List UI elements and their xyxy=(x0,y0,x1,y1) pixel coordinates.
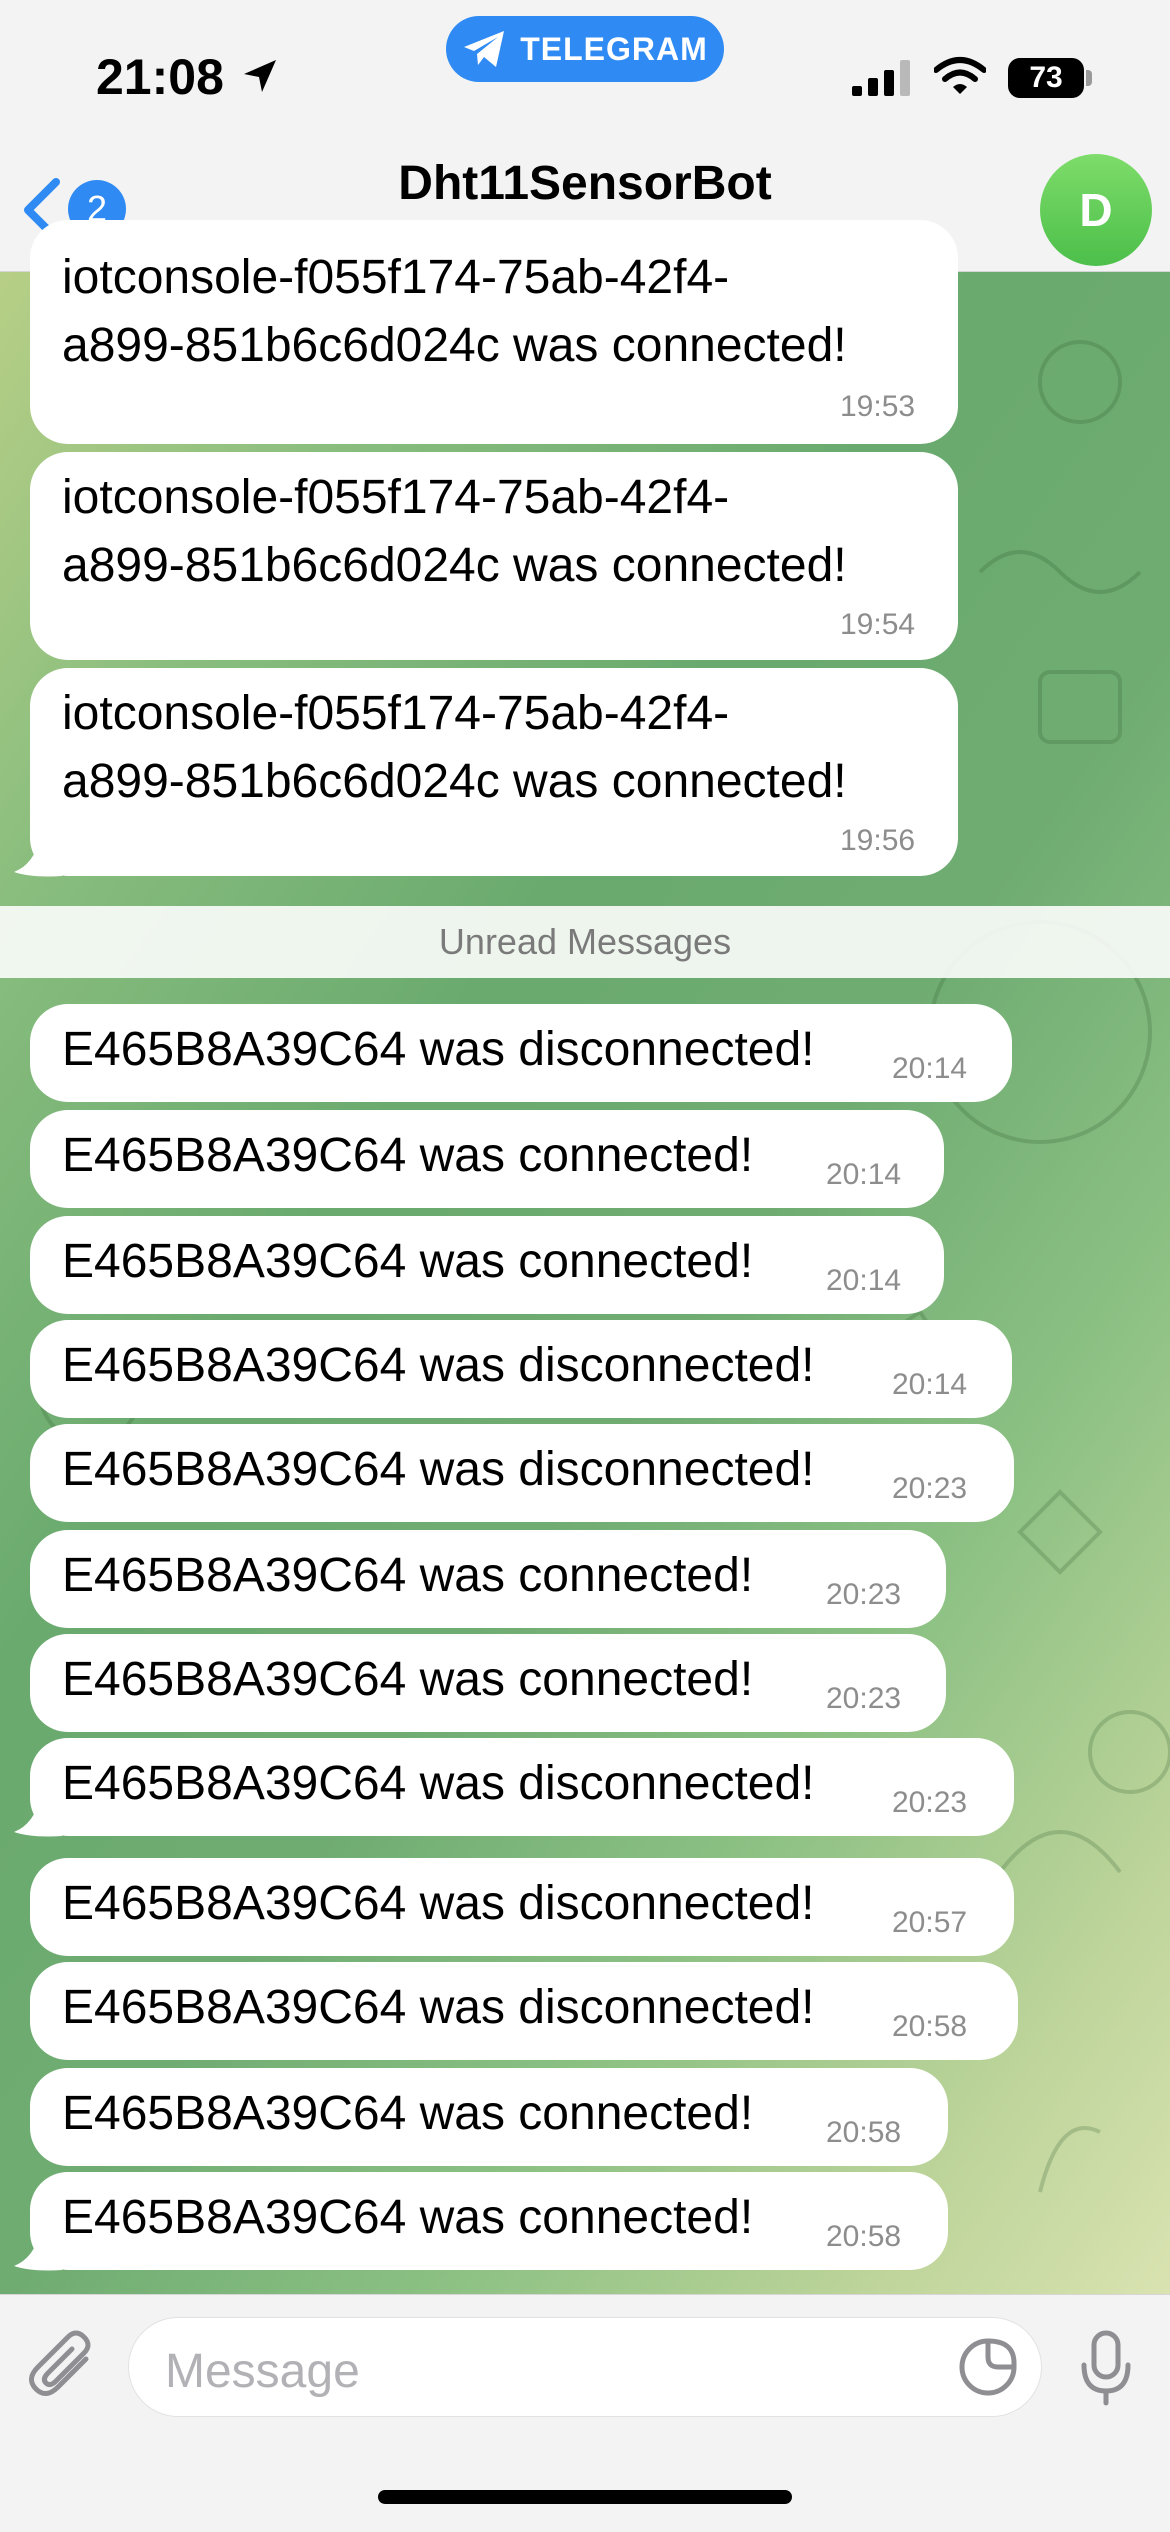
message-bubble[interactable]: E465B8A39C64 was connected! 20:23 xyxy=(30,1530,946,1628)
bubble-tail xyxy=(14,2232,62,2271)
message-text: E465B8A39C64 was connected! xyxy=(62,1549,754,1602)
message-bubble[interactable]: E465B8A39C64 was disconnected! 20:58 xyxy=(30,1962,1018,2060)
telegram-return-pill[interactable]: TELEGRAM xyxy=(446,16,724,82)
message-time: 20:57 xyxy=(892,1906,968,1939)
message-time: 20:23 xyxy=(892,1472,968,1505)
paperclip-icon[interactable] xyxy=(28,2329,100,2405)
message-text-line1: iotconsole-f055f174-75ab-42f4- xyxy=(62,687,730,740)
message-time: 20:23 xyxy=(892,1786,968,1819)
message-text: E465B8A39C64 was disconnected! xyxy=(62,1339,815,1392)
message-bubble[interactable]: iotconsole-f055f174-75ab-42f4- a899-851b… xyxy=(30,452,958,660)
message-time: 20:58 xyxy=(826,2116,902,2149)
message-bubble[interactable]: E465B8A39C64 was disconnected! 20:23 xyxy=(30,1424,1014,1522)
message-text: E465B8A39C64 was connected! xyxy=(62,1129,754,1182)
message-time: 20:58 xyxy=(892,2010,968,2043)
chat-title[interactable]: Dht11SensorBot xyxy=(0,156,1170,211)
microphone-icon[interactable] xyxy=(1078,2329,1134,2407)
message-time: 19:56 xyxy=(840,824,916,857)
bubble-tail xyxy=(14,838,62,877)
message-bubble[interactable]: E465B8A39C64 was disconnected! 20:14 xyxy=(30,1004,1012,1102)
message-text-line1: iotconsole-f055f174-75ab-42f4- xyxy=(62,471,730,524)
message-bubble[interactable]: E465B8A39C64 was disconnected! 20:57 xyxy=(30,1858,1014,1956)
message-time: 19:54 xyxy=(840,608,916,641)
avatar[interactable]: D xyxy=(1040,154,1152,266)
message-bubble[interactable]: E465B8A39C64 was connected! 20:58 xyxy=(30,2172,948,2270)
message-time: 20:14 xyxy=(892,1368,968,1401)
message-time: 20:14 xyxy=(826,1264,902,1297)
message-bubble[interactable]: E465B8A39C64 was disconnected! 20:14 xyxy=(30,1320,1012,1418)
message-text: E465B8A39C64 was connected! xyxy=(62,2191,754,2244)
wifi-icon xyxy=(934,57,986,94)
message-bubble[interactable]: E465B8A39C64 was connected! 20:14 xyxy=(30,1216,944,1314)
battery-level: 73 xyxy=(1029,61,1063,94)
cellular-signal-icon xyxy=(852,60,910,96)
bubble-tail xyxy=(14,1798,62,1837)
message-text: E465B8A39C64 was connected! xyxy=(62,2087,754,2140)
message-input[interactable]: Message xyxy=(128,2317,1042,2417)
message-bubble[interactable]: iotconsole-f055f174-75ab-42f4- a899-851b… xyxy=(30,668,958,876)
message-text: E465B8A39C64 was disconnected! xyxy=(62,1877,815,1930)
message-time: 20:23 xyxy=(826,1578,902,1611)
unread-messages-divider: Unread Messages xyxy=(0,906,1170,978)
battery-indicator: 73 xyxy=(1008,58,1084,98)
message-bubble[interactable]: E465B8A39C64 was connected! 20:23 xyxy=(30,1634,946,1732)
message-time: 20:58 xyxy=(826,2220,902,2253)
unread-messages-label: Unread Messages xyxy=(438,921,732,962)
message-text-line1: iotconsole-f055f174-75ab-42f4- xyxy=(62,251,730,304)
message-text-line2: a899-851b6c6d024c was connected! xyxy=(62,755,847,808)
message-text: E465B8A39C64 was connected! xyxy=(62,1653,754,1706)
status-bar: 21:08 TELEGRAM 73 xyxy=(0,0,1170,140)
message-time: 19:53 xyxy=(840,390,916,423)
message-text: E465B8A39C64 was disconnected! xyxy=(62,1981,815,2034)
message-text: E465B8A39C64 was connected! xyxy=(62,1235,754,1288)
message-time: 20:14 xyxy=(826,1158,902,1191)
message-bubble[interactable]: E465B8A39C64 was disconnected! 20:23 xyxy=(30,1738,1014,1836)
message-bubble[interactable]: E465B8A39C64 was connected! 20:14 xyxy=(30,1110,944,1208)
battery-tip xyxy=(1086,70,1092,86)
message-bubble[interactable]: E465B8A39C64 was connected! 20:58 xyxy=(30,2068,948,2166)
message-time: 20:23 xyxy=(826,1682,902,1715)
location-arrow-icon xyxy=(244,60,276,92)
status-time: 21:08 xyxy=(96,49,224,105)
home-indicator[interactable] xyxy=(378,2490,792,2504)
message-text-line2: a899-851b6c6d024c was connected! xyxy=(62,539,847,592)
message-text-line2: a899-851b6c6d024c was connected! xyxy=(62,319,847,372)
telegram-plane-icon xyxy=(464,31,505,67)
message-input-placeholder: Message xyxy=(165,2345,360,2398)
sticker-icon[interactable] xyxy=(958,2337,1018,2397)
message-bubble[interactable]: iotconsole-f055f174-75ab-42f4- a899-851b… xyxy=(30,220,958,444)
message-text: E465B8A39C64 was disconnected! xyxy=(62,1757,815,1810)
message-time: 20:14 xyxy=(892,1052,968,1085)
message-text: E465B8A39C64 was disconnected! xyxy=(62,1023,815,1076)
telegram-pill-label: TELEGRAM xyxy=(520,30,708,67)
message-text: E465B8A39C64 was disconnected! xyxy=(62,1443,815,1496)
